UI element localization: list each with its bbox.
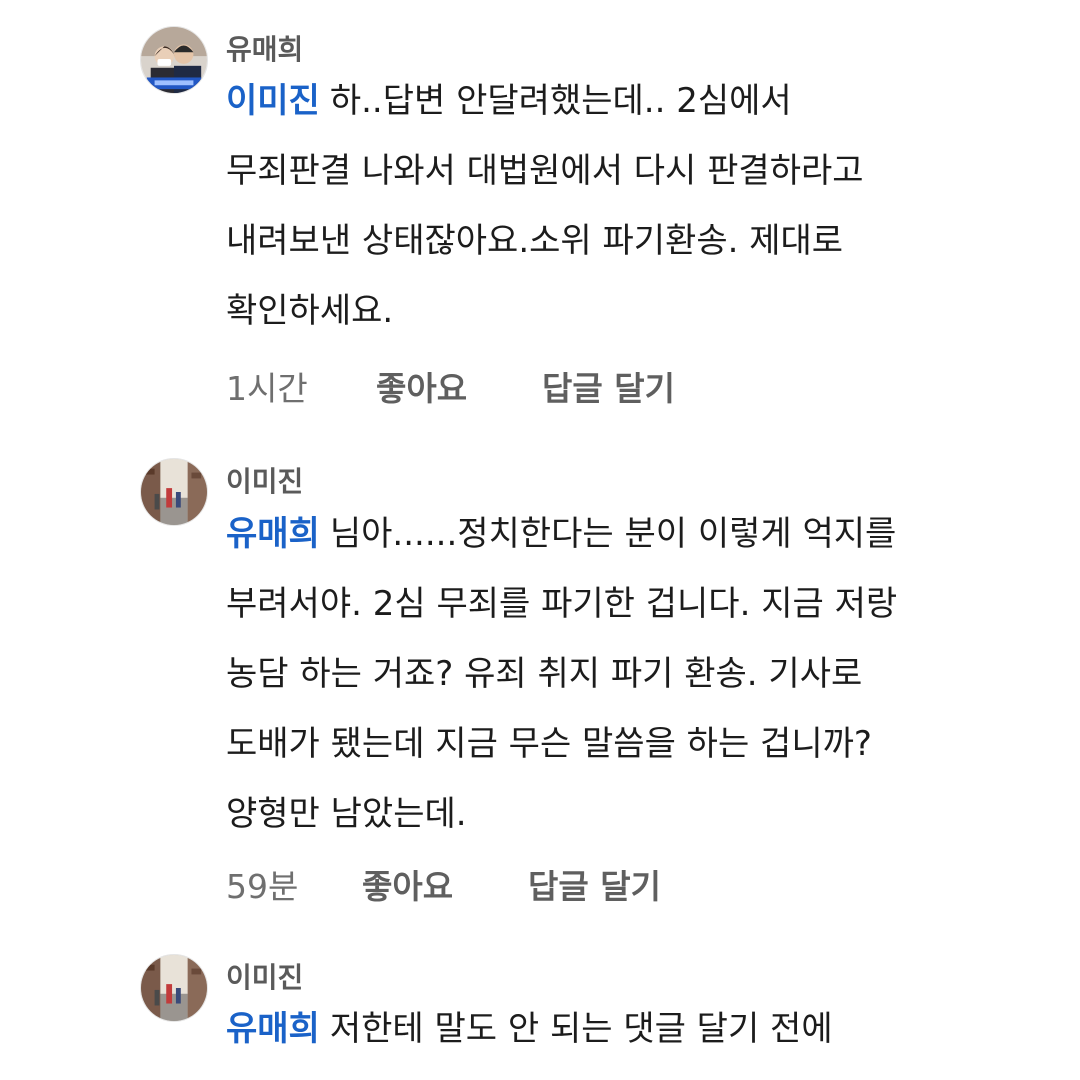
comment-line-3: 내려보낸 상태잖아요.소위 파기환송. 제대로 bbox=[226, 221, 844, 261]
comment-line-2: 부려서야. 2심 무죄를 파기한 겁니다. 지금 저랑 bbox=[226, 584, 898, 624]
comment-line-4: 확인하세요. bbox=[226, 291, 394, 331]
comment-author[interactable]: 이미진 bbox=[226, 460, 303, 500]
reply-button[interactable]: 답글 달기 bbox=[542, 362, 675, 410]
comment-text: 하..답변 안달려했는데.. 2심에서 bbox=[329, 81, 792, 121]
avatar[interactable] bbox=[140, 954, 208, 1022]
avatar-photo-icon bbox=[141, 459, 207, 525]
comment-body: 이미진 하..답변 안달려했는데.. 2심에서 무죄판결 나와서 대법원에서 다시… bbox=[226, 66, 1016, 346]
comment-line-4: 도배가 됐는데 지금 무슨 말씀을 하는 겁니까? bbox=[226, 724, 872, 764]
comment-text: 님아......정치한다는 분이 이렇게 억지를 bbox=[329, 514, 897, 554]
comment-actions: 59분 좋아요 답글 달기 bbox=[226, 860, 661, 908]
comment-line-3: 농담 하는 거죠? 유죄 취지 파기 환송. 기사로 bbox=[226, 654, 863, 694]
mention-link[interactable]: 이미진 bbox=[226, 81, 320, 121]
like-button[interactable]: 좋아요 bbox=[376, 362, 542, 410]
avatar-photo-icon bbox=[141, 955, 207, 1021]
comment-line-1: 이미진 하..답변 안달려했는데.. 2심에서 bbox=[226, 66, 1016, 136]
comment-line-5: 양형만 남았는데. bbox=[226, 794, 467, 834]
comment-actions: 1시간 좋아요 답글 달기 bbox=[226, 362, 675, 410]
comment-line-1: 유매희 저한테 말도 안 되는 댓글 달기 전에 bbox=[226, 994, 1016, 1064]
mention-link[interactable]: 유매희 bbox=[226, 1009, 320, 1049]
avatar[interactable] bbox=[140, 458, 208, 526]
comment-body: 유매희 저한테 말도 안 되는 댓글 달기 전에 bbox=[226, 994, 1016, 1064]
comment-line-1: 유매희 님아......정치한다는 분이 이렇게 억지를 bbox=[226, 499, 1016, 569]
like-button[interactable]: 좋아요 bbox=[362, 860, 528, 908]
reply-button[interactable]: 답글 달기 bbox=[528, 860, 661, 908]
comment-author[interactable]: 이미진 bbox=[226, 956, 303, 996]
comment-timestamp: 59분 bbox=[226, 867, 299, 906]
comment-timestamp: 1시간 bbox=[226, 369, 308, 408]
comment-text: 저한테 말도 안 되는 댓글 달기 전에 bbox=[329, 1009, 833, 1049]
comment-author[interactable]: 유매희 bbox=[226, 28, 303, 68]
comment-body: 유매희 님아......정치한다는 분이 이렇게 억지를 부려서야. 2심 무죄를… bbox=[226, 499, 1016, 849]
avatar[interactable] bbox=[140, 26, 208, 94]
avatar-photo-icon bbox=[141, 27, 207, 93]
mention-link[interactable]: 유매희 bbox=[226, 514, 320, 554]
comment-line-2: 무죄판결 나와서 대법원에서 다시 판결하라고 bbox=[226, 151, 864, 191]
